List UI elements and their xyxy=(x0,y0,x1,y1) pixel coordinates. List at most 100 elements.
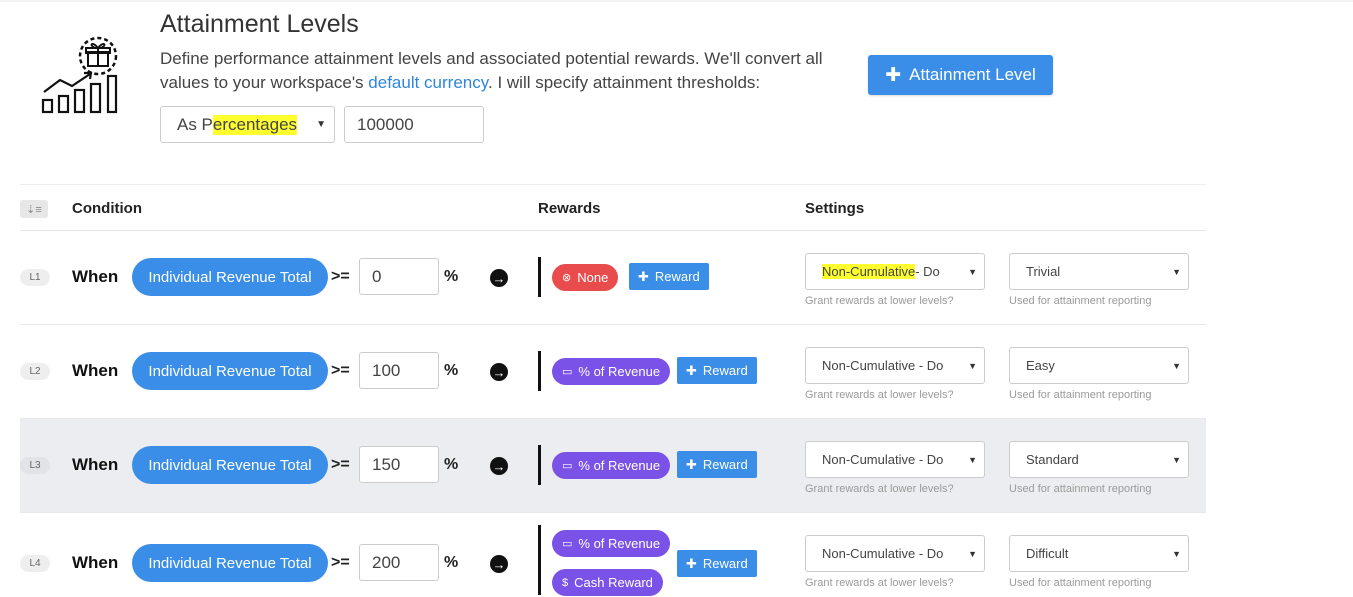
difficulty-value: Easy xyxy=(1026,358,1055,373)
add-reward-button[interactable]: ✚ Reward xyxy=(677,451,757,478)
attainment-levels-table: ⇣≡ Condition Rewards Settings L1 When In… xyxy=(20,184,1206,597)
threshold-input[interactable]: 200 xyxy=(359,544,439,581)
when-label: When xyxy=(72,455,119,474)
chevron-down-icon: ▼ xyxy=(968,454,977,465)
default-currency-link[interactable]: default currency xyxy=(368,73,488,92)
when-label: When xyxy=(72,553,119,572)
metric-pill[interactable]: Individual Revenue Total xyxy=(132,258,328,296)
reward-label: None xyxy=(577,270,609,285)
arrow-right-circle-icon: → xyxy=(490,363,508,381)
level-badge: L4 xyxy=(20,555,50,572)
add-attainment-level-button[interactable]: ✚ Attainment Level xyxy=(868,55,1053,95)
level-badge: L1 xyxy=(20,269,50,286)
difficulty-hint: Used for attainment reporting xyxy=(1009,483,1152,495)
table-row: L2 When Individual Revenue Total >= 100 … xyxy=(20,325,1206,419)
difficulty-select[interactable]: Trivial ▼ xyxy=(1009,253,1189,290)
page-description: Define performance attainment levels and… xyxy=(160,47,860,95)
rewards-divider xyxy=(538,525,541,595)
card-icon: ▭ xyxy=(562,366,573,378)
reward-label: % of Revenue xyxy=(578,536,661,551)
card-icon: ▭ xyxy=(562,538,573,550)
metric-pill[interactable]: Individual Revenue Total xyxy=(132,446,328,484)
cumulative-value: Non-Cumulative - Do xyxy=(822,358,944,373)
add-reward-button[interactable]: ✚ Reward xyxy=(677,550,757,577)
plus-icon: ✚ xyxy=(686,456,697,472)
cumulative-hint: Grant rewards at lower levels? xyxy=(805,483,954,495)
operator-label: >= xyxy=(331,554,350,571)
add-reward-button[interactable]: ✚ Reward xyxy=(677,357,757,384)
add-reward-label: Reward xyxy=(702,556,748,571)
difficulty-hint: Used for attainment reporting xyxy=(1009,295,1152,307)
condition-header: Condition xyxy=(72,200,142,217)
unit-label: % xyxy=(444,554,459,571)
cumulative-hint: Grant rewards at lower levels? xyxy=(805,389,954,401)
add-reward-label: Reward xyxy=(654,269,700,284)
cumulative-rest: - Do xyxy=(915,264,940,279)
reward-label: % of Revenue xyxy=(578,458,661,473)
reward-pill[interactable]: ▭ % of Revenue xyxy=(552,358,671,385)
reward-label: % of Revenue xyxy=(578,364,661,379)
metric-pill[interactable]: Individual Revenue Total xyxy=(132,352,328,390)
table-header: ⇣≡ Condition Rewards Settings xyxy=(20,184,1206,231)
difficulty-value: Trivial xyxy=(1026,264,1061,279)
difficulty-select[interactable]: Difficult ▼ xyxy=(1009,535,1189,572)
difficulty-hint: Used for attainment reporting xyxy=(1009,577,1152,589)
threshold-input[interactable]: 100 xyxy=(359,352,439,389)
when-label: When xyxy=(72,361,119,380)
cumulative-select[interactable]: Non-Cumulative - Do ▼ xyxy=(805,441,985,478)
cumulative-select[interactable]: Non-Cumulative - Do ▼ xyxy=(805,535,985,572)
table-row: L4 When Individual Revenue Total >= 200 … xyxy=(20,513,1206,597)
add-reward-button[interactable]: ✚ Reward xyxy=(629,263,709,290)
cumulative-select[interactable]: Non-Cumulative - Do ▼ xyxy=(805,253,985,290)
rewards-divider xyxy=(538,257,541,297)
level-badge: L2 xyxy=(20,363,50,380)
level-badge: L3 xyxy=(20,457,50,474)
difficulty-value: Standard xyxy=(1026,452,1079,467)
reward-pill[interactable]: $ Cash Reward xyxy=(552,569,663,596)
plus-icon: ✚ xyxy=(686,362,697,378)
arrow-right-circle-icon: → xyxy=(490,457,508,475)
unit-label: % xyxy=(444,456,459,473)
cumulative-hint: Grant rewards at lower levels? xyxy=(805,295,954,307)
unit-label: % xyxy=(444,362,459,379)
sort-icon[interactable]: ⇣≡ xyxy=(20,200,48,218)
operator-label: >= xyxy=(331,362,350,379)
difficulty-select[interactable]: Easy ▼ xyxy=(1009,347,1189,384)
reward-pill[interactable]: ▭ % of Revenue xyxy=(552,530,671,557)
reward-label: Cash Reward xyxy=(574,575,653,590)
threshold-value-input[interactable]: 100000 xyxy=(344,106,484,143)
threshold-input[interactable]: 0 xyxy=(359,258,439,295)
chevron-down-icon: ▼ xyxy=(1172,266,1181,277)
arrow-right-circle-icon: → xyxy=(490,555,508,573)
difficulty-value: Difficult xyxy=(1026,546,1069,561)
reward-pill[interactable]: ▭ % of Revenue xyxy=(552,452,671,479)
chevron-down-icon: ▼ xyxy=(968,266,977,277)
cumulative-highlight: Non-Cumulative xyxy=(822,264,916,279)
chevron-down-icon: ▼ xyxy=(1172,454,1181,465)
card-icon: ▭ xyxy=(562,460,573,472)
rewards-divider xyxy=(538,351,541,391)
threshold-input[interactable]: 150 xyxy=(359,446,439,483)
threshold-mode-select[interactable]: As Percentages ▼ xyxy=(160,106,335,143)
cumulative-value: Non-Cumulative - Do xyxy=(822,546,944,561)
chevron-down-icon: ▼ xyxy=(1172,548,1181,559)
add-level-label: Attainment Level xyxy=(909,65,1036,84)
reward-pill[interactable]: ⊗ None xyxy=(552,264,619,291)
threshold-mode-prefix: As P xyxy=(177,114,213,134)
chevron-down-icon: ▼ xyxy=(968,548,977,559)
difficulty-select[interactable]: Standard ▼ xyxy=(1009,441,1189,478)
cumulative-select[interactable]: Non-Cumulative - Do ▼ xyxy=(805,347,985,384)
description-text-end: . I will specify attainment thresholds: xyxy=(488,73,761,92)
dollar-icon: $ xyxy=(562,576,569,589)
plus-icon: ✚ xyxy=(885,64,902,86)
cumulative-value: Non-Cumulative - Do xyxy=(822,452,944,467)
table-row: L1 When Individual Revenue Total >= 0 % … xyxy=(20,231,1206,325)
add-reward-label: Reward xyxy=(702,363,748,378)
top-divider xyxy=(0,0,1353,2)
x-circle-icon: ⊗ xyxy=(562,272,572,284)
metric-pill[interactable]: Individual Revenue Total xyxy=(132,544,328,582)
chevron-down-icon: ▼ xyxy=(1172,360,1181,371)
rewards-header: Rewards xyxy=(538,200,601,217)
table-row: L3 When Individual Revenue Total >= 150 … xyxy=(20,419,1206,513)
add-reward-label: Reward xyxy=(702,457,748,472)
